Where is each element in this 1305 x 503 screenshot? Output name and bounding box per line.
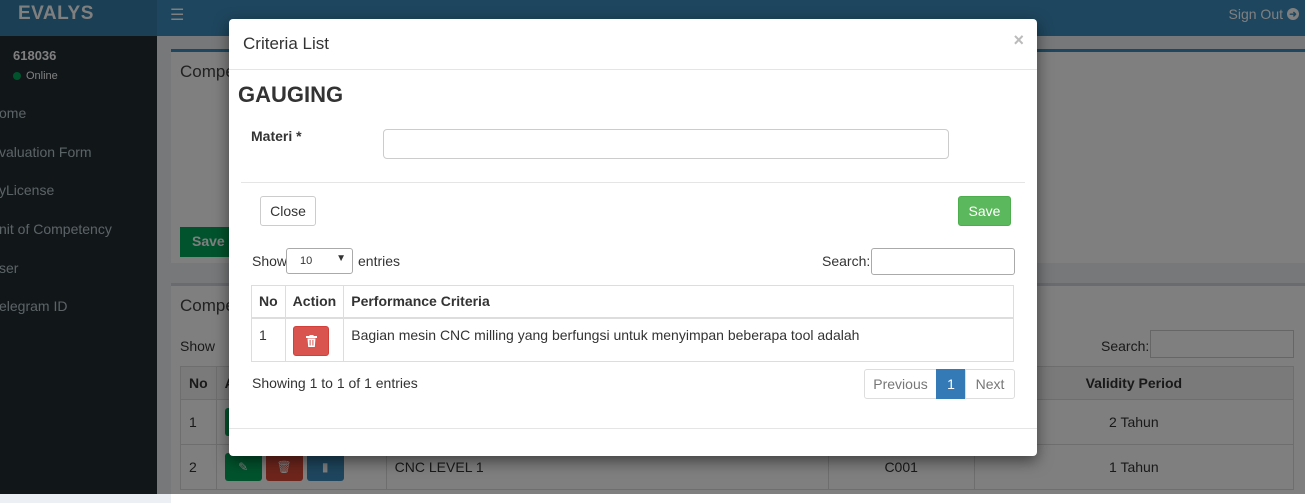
col-header-no[interactable]: No [251, 285, 286, 319]
entries-select[interactable]: 10 ▼ [286, 248, 353, 274]
close-button[interactable]: Close [260, 196, 316, 226]
entries-select-value: 10 [300, 255, 313, 267]
materi-label: Materi * [251, 128, 302, 144]
divider [241, 182, 1025, 183]
criteria-list-modal: Criteria List × GAUGING Materi * Close S… [229, 19, 1037, 456]
pagination-page-1[interactable]: 1 [936, 369, 966, 399]
col-header-criteria[interactable]: Performance Criteria [343, 285, 1014, 319]
pagination-next[interactable]: Next [965, 369, 1015, 399]
save-button[interactable]: Save [958, 196, 1011, 226]
table-info: Showing 1 to 1 of 1 entries [252, 375, 418, 391]
row-no: 1 [251, 317, 286, 362]
section-heading: GAUGING [238, 82, 344, 107]
search-label: Search: [822, 253, 871, 269]
modal-title: Criteria List [243, 34, 329, 53]
modal-header: Criteria List × [229, 19, 1037, 70]
row-actions [284, 317, 345, 362]
materi-input[interactable] [383, 129, 949, 159]
entries-label: entries [358, 253, 401, 269]
show-label: Show [252, 253, 288, 269]
row-criteria: Bagian mesin CNC milling yang berfungsi … [343, 317, 1014, 362]
pagination-previous[interactable]: Previous [864, 369, 937, 399]
table-header-row: No Action Performance Criteria [251, 285, 1014, 319]
close-icon[interactable]: × [1013, 30, 1024, 51]
search-input[interactable] [871, 248, 1015, 275]
table-row: 1 Bagian mesin CNC milling yang berfungs… [251, 317, 1014, 362]
col-header-action[interactable]: Action [284, 285, 345, 319]
delete-button[interactable] [292, 325, 329, 356]
pagination: Previous 1 Next [864, 369, 1015, 399]
caret-down-icon: ▼ [336, 253, 346, 264]
modal-footer [229, 428, 1037, 429]
criteria-table: No Action Performance Criteria 1 Bagian … [251, 285, 1014, 362]
trash-icon [305, 334, 317, 347]
